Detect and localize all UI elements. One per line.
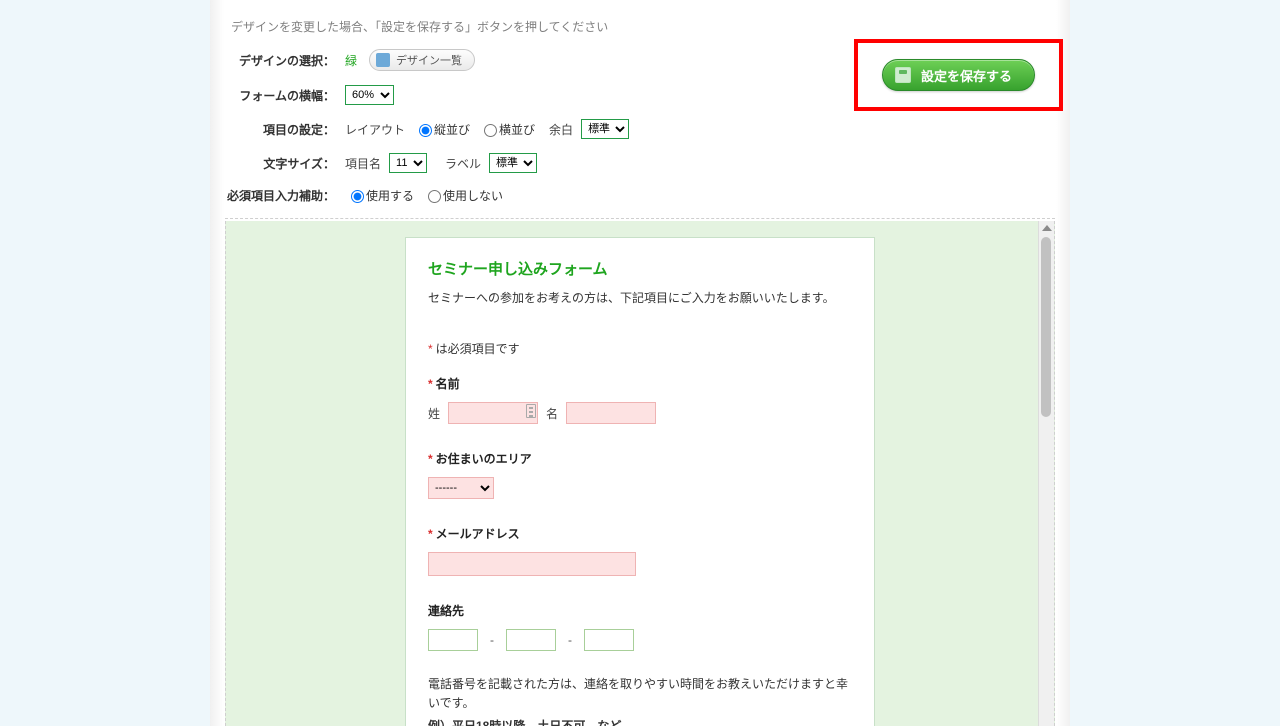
asterisk-icon: * bbox=[428, 342, 433, 356]
phone-input-3[interactable] bbox=[584, 629, 634, 651]
phone-input-1[interactable] bbox=[428, 629, 478, 651]
save-icon bbox=[895, 67, 911, 83]
form-width-label: フォームの横幅： bbox=[225, 87, 335, 104]
firstname-label: 名 bbox=[546, 405, 558, 422]
area-field-label: *お住まいのエリア bbox=[428, 450, 852, 467]
save-settings-button[interactable]: 設定を保存する bbox=[882, 59, 1035, 91]
design-list-button-label: デザイン一覧 bbox=[396, 52, 462, 68]
design-list-icon bbox=[376, 53, 390, 67]
font-size-label: 文字サイズ： bbox=[225, 155, 335, 172]
form-card: セミナー申し込みフォーム セミナーへの参加をお考えの方は、下記項目にご入力をお願… bbox=[405, 237, 875, 726]
design-select-label: デザインの選択： bbox=[225, 52, 335, 69]
name-field-label: *名前 bbox=[428, 375, 852, 392]
assist-nouse-text: 使用しない bbox=[443, 189, 503, 203]
contact-field-label: 連絡先 bbox=[428, 602, 852, 619]
phone-input-2[interactable] bbox=[506, 629, 556, 651]
scroll-up-icon bbox=[1042, 225, 1052, 231]
firstname-input[interactable] bbox=[566, 402, 656, 424]
item-name-size-select[interactable]: 11 bbox=[389, 153, 427, 173]
item-name-label: 項目名 bbox=[345, 155, 381, 172]
required-note: *は必須項目です bbox=[428, 340, 852, 357]
email-input[interactable] bbox=[428, 552, 636, 576]
layout-horizontal-text: 横並び bbox=[499, 123, 535, 137]
email-field-label: *メールアドレス bbox=[428, 525, 852, 542]
form-title: セミナー申し込みフォーム bbox=[428, 258, 852, 279]
design-value: 緑 bbox=[345, 52, 357, 69]
design-list-button[interactable]: デザイン一覧 bbox=[369, 49, 475, 71]
label-size-select[interactable]: 標準 bbox=[489, 153, 537, 173]
item-settings-label: 項目の設定： bbox=[225, 121, 335, 138]
phone-separator-1: - bbox=[490, 633, 494, 647]
contact-note: 電話番号を記載された方は、連絡を取りやすい時間をお教えいただけますと幸いです。 bbox=[428, 675, 852, 713]
assist-use-option[interactable]: 使用する bbox=[345, 187, 414, 204]
layout-vertical-option[interactable]: 縦並び bbox=[413, 121, 470, 138]
layout-horizontal-option[interactable]: 横並び bbox=[478, 121, 535, 138]
contact-example: 例）平日18時以降 土日不可 など bbox=[428, 717, 852, 726]
scrollbar-thumb[interactable] bbox=[1041, 237, 1051, 417]
form-width-select[interactable]: 60% bbox=[345, 85, 394, 105]
margin-select[interactable]: 標準 bbox=[581, 119, 629, 139]
assist-use-text: 使用する bbox=[366, 189, 414, 203]
required-assist-label: 必須項目入力補助： bbox=[225, 187, 335, 204]
area-select[interactable]: ------ bbox=[428, 477, 494, 499]
lastname-label: 姓 bbox=[428, 405, 440, 422]
save-button-label: 設定を保存する bbox=[921, 66, 1012, 85]
layout-horizontal-radio[interactable] bbox=[484, 124, 497, 137]
layout-vertical-radio[interactable] bbox=[419, 124, 432, 137]
assist-nouse-radio[interactable] bbox=[428, 190, 441, 203]
layout-label: レイアウト bbox=[345, 121, 405, 138]
save-highlight-box: 設定を保存する bbox=[854, 39, 1063, 111]
autofill-indicator-icon bbox=[526, 404, 536, 418]
form-description: セミナーへの参加をお考えの方は、下記項目にご入力をお願いいたします。 bbox=[428, 289, 852, 306]
margin-label: 余白 bbox=[549, 121, 573, 138]
label-size-label: ラベル bbox=[445, 155, 481, 172]
phone-separator-2: - bbox=[568, 633, 572, 647]
assist-nouse-option[interactable]: 使用しない bbox=[422, 187, 503, 204]
lastname-input[interactable] bbox=[448, 402, 538, 424]
layout-vertical-text: 縦並び bbox=[434, 123, 470, 137]
form-preview-pane: セミナー申し込みフォーム セミナーへの参加をお考えの方は、下記項目にご入力をお願… bbox=[225, 221, 1055, 726]
assist-use-radio[interactable] bbox=[351, 190, 364, 203]
preview-scrollbar[interactable] bbox=[1038, 221, 1054, 726]
required-note-text: は必須項目です bbox=[436, 342, 520, 356]
